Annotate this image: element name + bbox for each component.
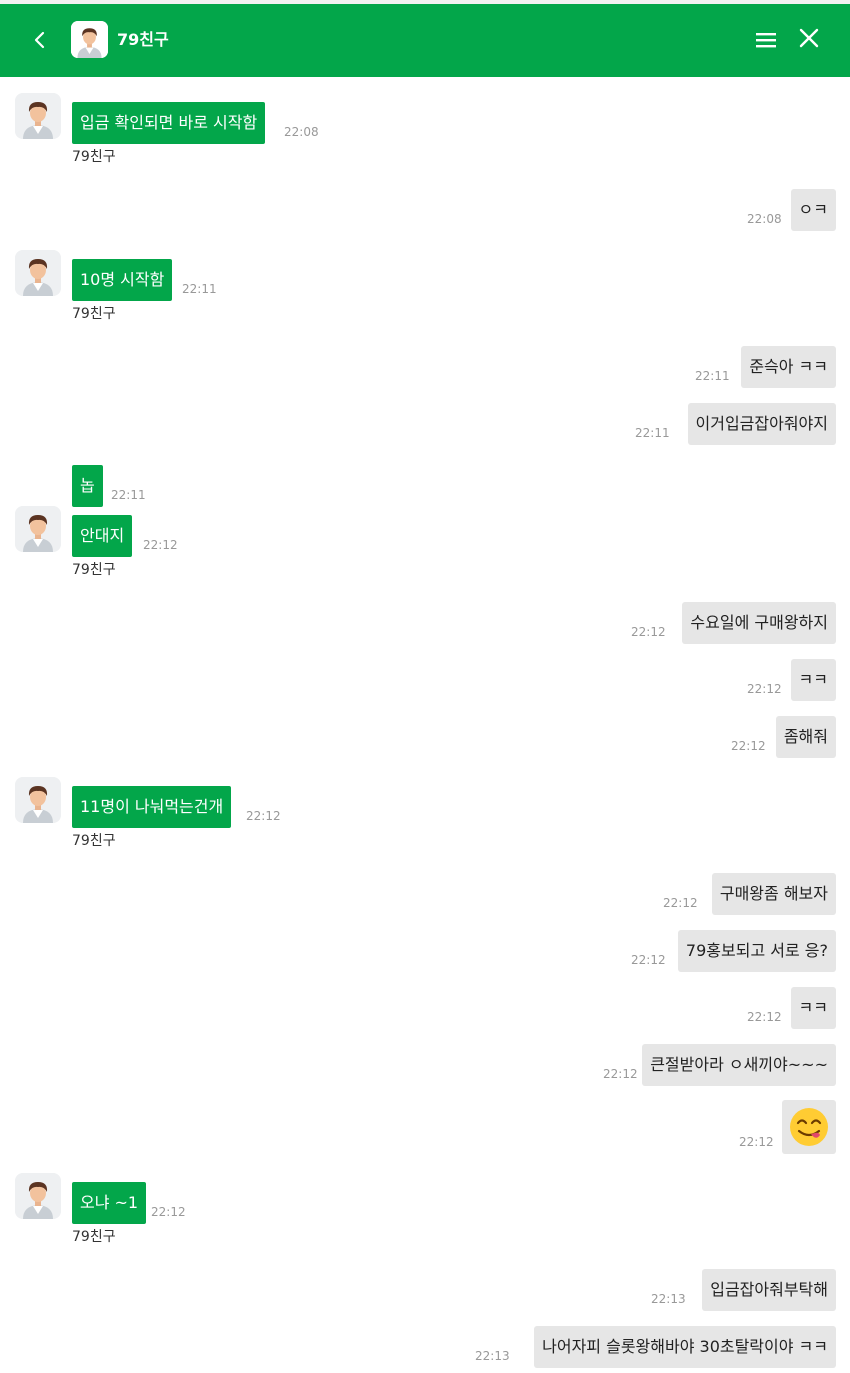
message-time: 22:12: [663, 896, 698, 910]
message-time: 22:08: [747, 212, 782, 226]
sender-name: 79친구: [72, 562, 116, 578]
outgoing-message-bubble[interactable]: ㅇㅋ: [790, 189, 836, 231]
sender-avatar[interactable]: [15, 93, 61, 139]
message-time: 22:11: [111, 488, 146, 502]
message-time: 22:11: [182, 282, 217, 296]
incoming-message-bubble[interactable]: 입금 확인되면 바로 시작함: [72, 102, 266, 144]
message-time: 22:13: [651, 1292, 686, 1306]
message-time: 22:12: [747, 1010, 782, 1024]
outgoing-message-bubble[interactable]: ㅋㅋ: [790, 659, 836, 701]
outgoing-message-bubble[interactable]: 이거입금잡아줘야지: [687, 403, 836, 445]
sender-name: 79친구: [72, 833, 116, 849]
message-time: 22:12: [603, 1067, 638, 1081]
outgoing-message-bubble[interactable]: 좀해줘: [775, 716, 836, 758]
sender-name: 79친구: [72, 1229, 116, 1245]
sender-avatar[interactable]: [15, 250, 61, 296]
outgoing-message-bubble[interactable]: 입금잡아줘부탁해: [702, 1269, 836, 1311]
sender-name: 79친구: [72, 149, 116, 165]
outgoing-emoji-bubble[interactable]: [782, 1100, 836, 1154]
outgoing-message-bubble[interactable]: 구매왕좀 해보자: [711, 873, 836, 915]
message-list[interactable]: 입금 확인되면 바로 시작함 22:08 79친구 ㅇㅋ 22:08 10명 시…: [0, 77, 850, 1373]
chat-header: 79친구: [0, 4, 850, 77]
user-avatar-icon: [15, 777, 61, 823]
message-time: 22:12: [143, 538, 178, 552]
user-avatar-icon: [15, 506, 61, 552]
sender-avatar[interactable]: [15, 506, 61, 552]
sender-avatar[interactable]: [15, 1173, 61, 1219]
user-avatar-icon: [15, 1173, 61, 1219]
chat-title: 79친구: [117, 30, 169, 49]
menu-button[interactable]: [754, 28, 778, 52]
outgoing-message-bubble[interactable]: 나어자피 슬롯왕해바야 30초탈락이야 ㅋㅋ: [534, 1326, 836, 1368]
yum-face-emoji-icon: [790, 1108, 828, 1146]
message-time: 22:12: [631, 953, 666, 967]
message-time: 22:12: [631, 625, 666, 639]
message-time: 22:12: [731, 739, 766, 753]
sender-avatar[interactable]: [15, 777, 61, 823]
incoming-message-bubble[interactable]: 11명이 나눠먹는건개: [72, 786, 232, 828]
incoming-message-bubble[interactable]: 안대지: [72, 515, 133, 557]
outgoing-message-bubble[interactable]: 79홍보되고 서로 응?: [677, 930, 836, 972]
message-time: 22:11: [695, 369, 730, 383]
close-button[interactable]: [797, 26, 821, 52]
message-time: 22:08: [284, 125, 319, 139]
message-time: 22:12: [151, 1205, 186, 1219]
chevron-left-icon: [34, 31, 45, 49]
message-time: 22:11: [635, 426, 670, 440]
message-time: 22:13: [475, 1349, 510, 1363]
message-time: 22:12: [246, 809, 281, 823]
outgoing-message-bubble[interactable]: 준슥아 ㅋㅋ: [741, 346, 836, 388]
incoming-message-bubble[interactable]: 놉: [72, 465, 103, 507]
message-time: 22:12: [747, 682, 782, 696]
sender-name: 79친구: [72, 306, 116, 322]
user-avatar-icon: [71, 21, 108, 58]
incoming-message-bubble[interactable]: 10명 시작함: [72, 259, 173, 301]
incoming-message-bubble[interactable]: 오냐 ~1: [72, 1182, 147, 1224]
outgoing-message-bubble[interactable]: ㅋㅋ: [790, 987, 836, 1029]
user-avatar-icon: [15, 250, 61, 296]
back-button[interactable]: [26, 26, 52, 54]
hamburger-menu-icon: [756, 33, 776, 48]
user-avatar-icon: [15, 93, 61, 139]
outgoing-message-bubble[interactable]: 큰절받아라 ㅇ새끼야~~~: [642, 1044, 836, 1086]
close-icon: [799, 28, 819, 48]
header-avatar[interactable]: [71, 21, 108, 58]
message-time: 22:12: [739, 1135, 774, 1149]
outgoing-message-bubble[interactable]: 수요일에 구매왕하지: [682, 602, 836, 644]
